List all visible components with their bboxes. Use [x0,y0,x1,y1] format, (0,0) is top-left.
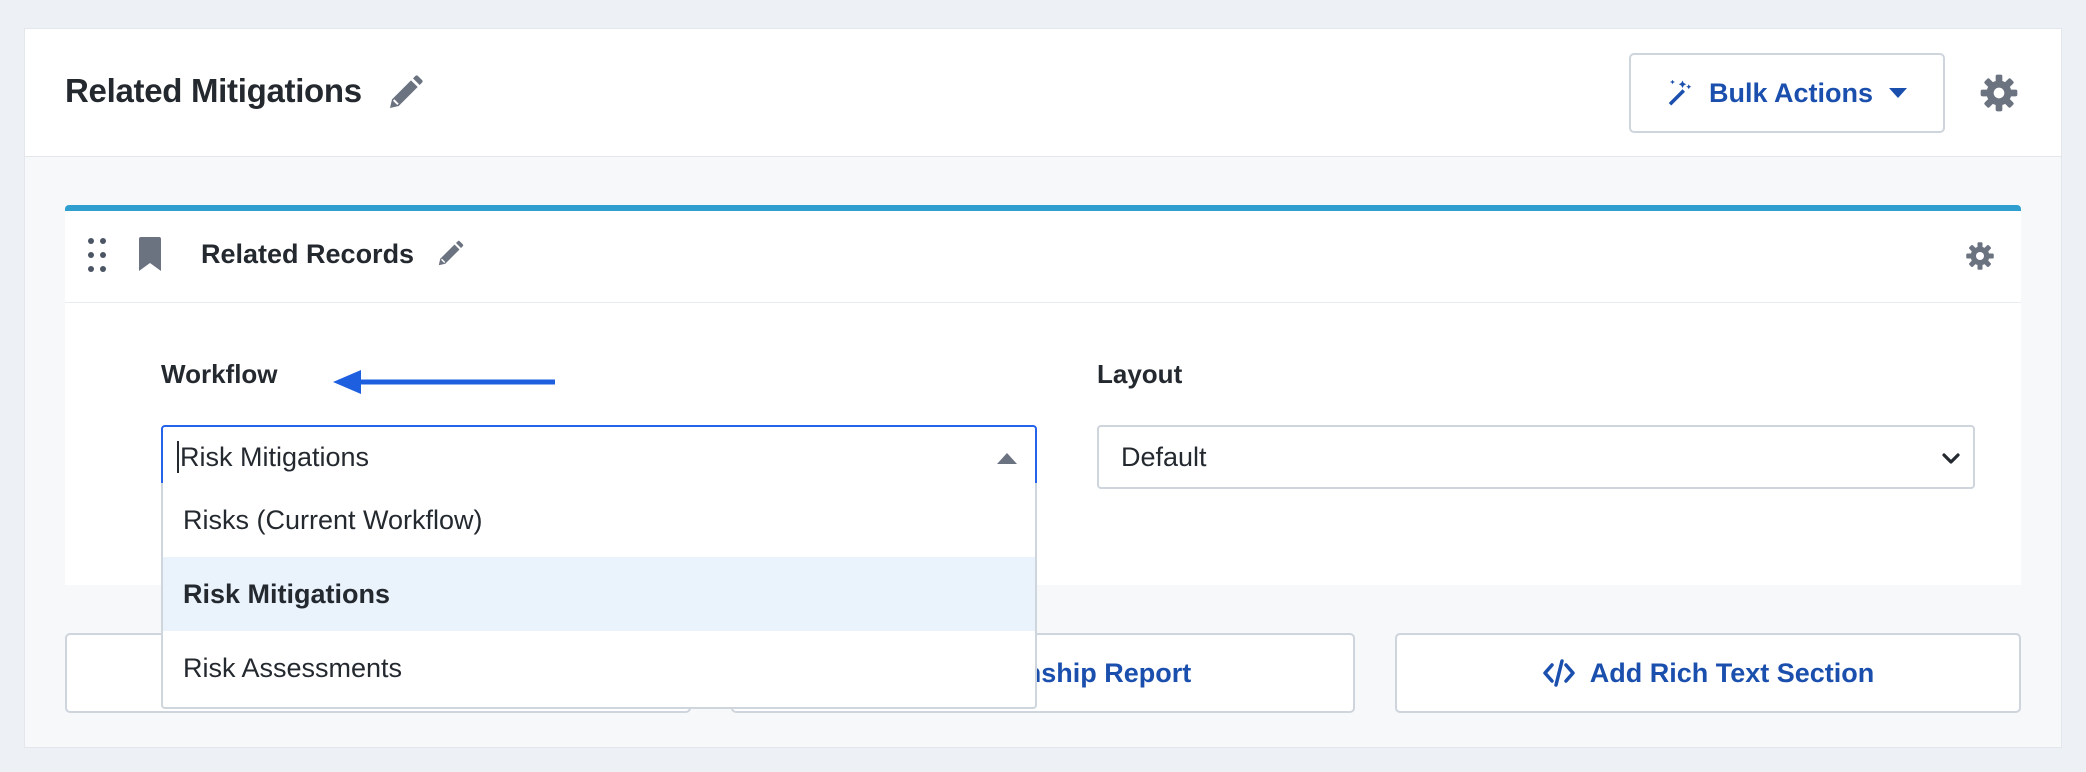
magic-wand-icon [1668,79,1692,106]
card-title: Related Records [201,239,415,269]
workflow-option[interactable]: Risks (Current Workflow) [163,483,1035,557]
workflow-label: Workflow [161,359,278,389]
panel-title: Related Mitigations [65,72,362,109]
panel-settings-gear-icon[interactable] [1979,73,2019,113]
caret-up-icon[interactable] [997,453,1017,464]
text-cursor [177,441,179,473]
card-settings-gear-icon[interactable] [1965,241,1995,271]
layout-select[interactable]: Default [1097,425,1975,489]
workflow-select[interactable]: Risk Mitigations [161,425,1037,489]
bookmark-icon [139,237,161,271]
arrow-left-annotation-icon [333,370,555,394]
workflow-select-value: Risk Mitigations [180,441,370,472]
add-rich-text-section-button[interactable]: Add Rich Text Section [1395,633,2021,713]
workflow-option[interactable]: Risk Mitigations [163,557,1035,631]
caret-down-icon [1889,88,1908,98]
drag-handle-icon[interactable] [85,235,109,275]
code-icon [1542,659,1575,687]
workflow-option[interactable]: Risk Assessments [163,631,1035,705]
bulk-actions-button[interactable]: Bulk Actions [1629,53,1945,133]
edit-title-pencil-icon[interactable] [385,73,425,113]
rich-text-section-label: Add Rich Text Section [1589,657,1875,688]
workflow-dropdown-menu: Risks (Current Workflow) Risk Mitigation… [161,483,1037,709]
related-mitigations-panel: Related Mitigations Bulk Actions Related… [24,28,2062,748]
bulk-actions-label: Bulk Actions [1708,77,1874,108]
layout-select-value: Default [1121,441,1207,472]
panel-header: Related Mitigations Bulk Actions [25,29,2061,157]
card-header: Related Records [65,211,2021,303]
chevron-down-icon [1942,453,1960,464]
layout-label: Layout [1097,359,1183,389]
edit-card-title-pencil-icon[interactable] [435,239,465,269]
